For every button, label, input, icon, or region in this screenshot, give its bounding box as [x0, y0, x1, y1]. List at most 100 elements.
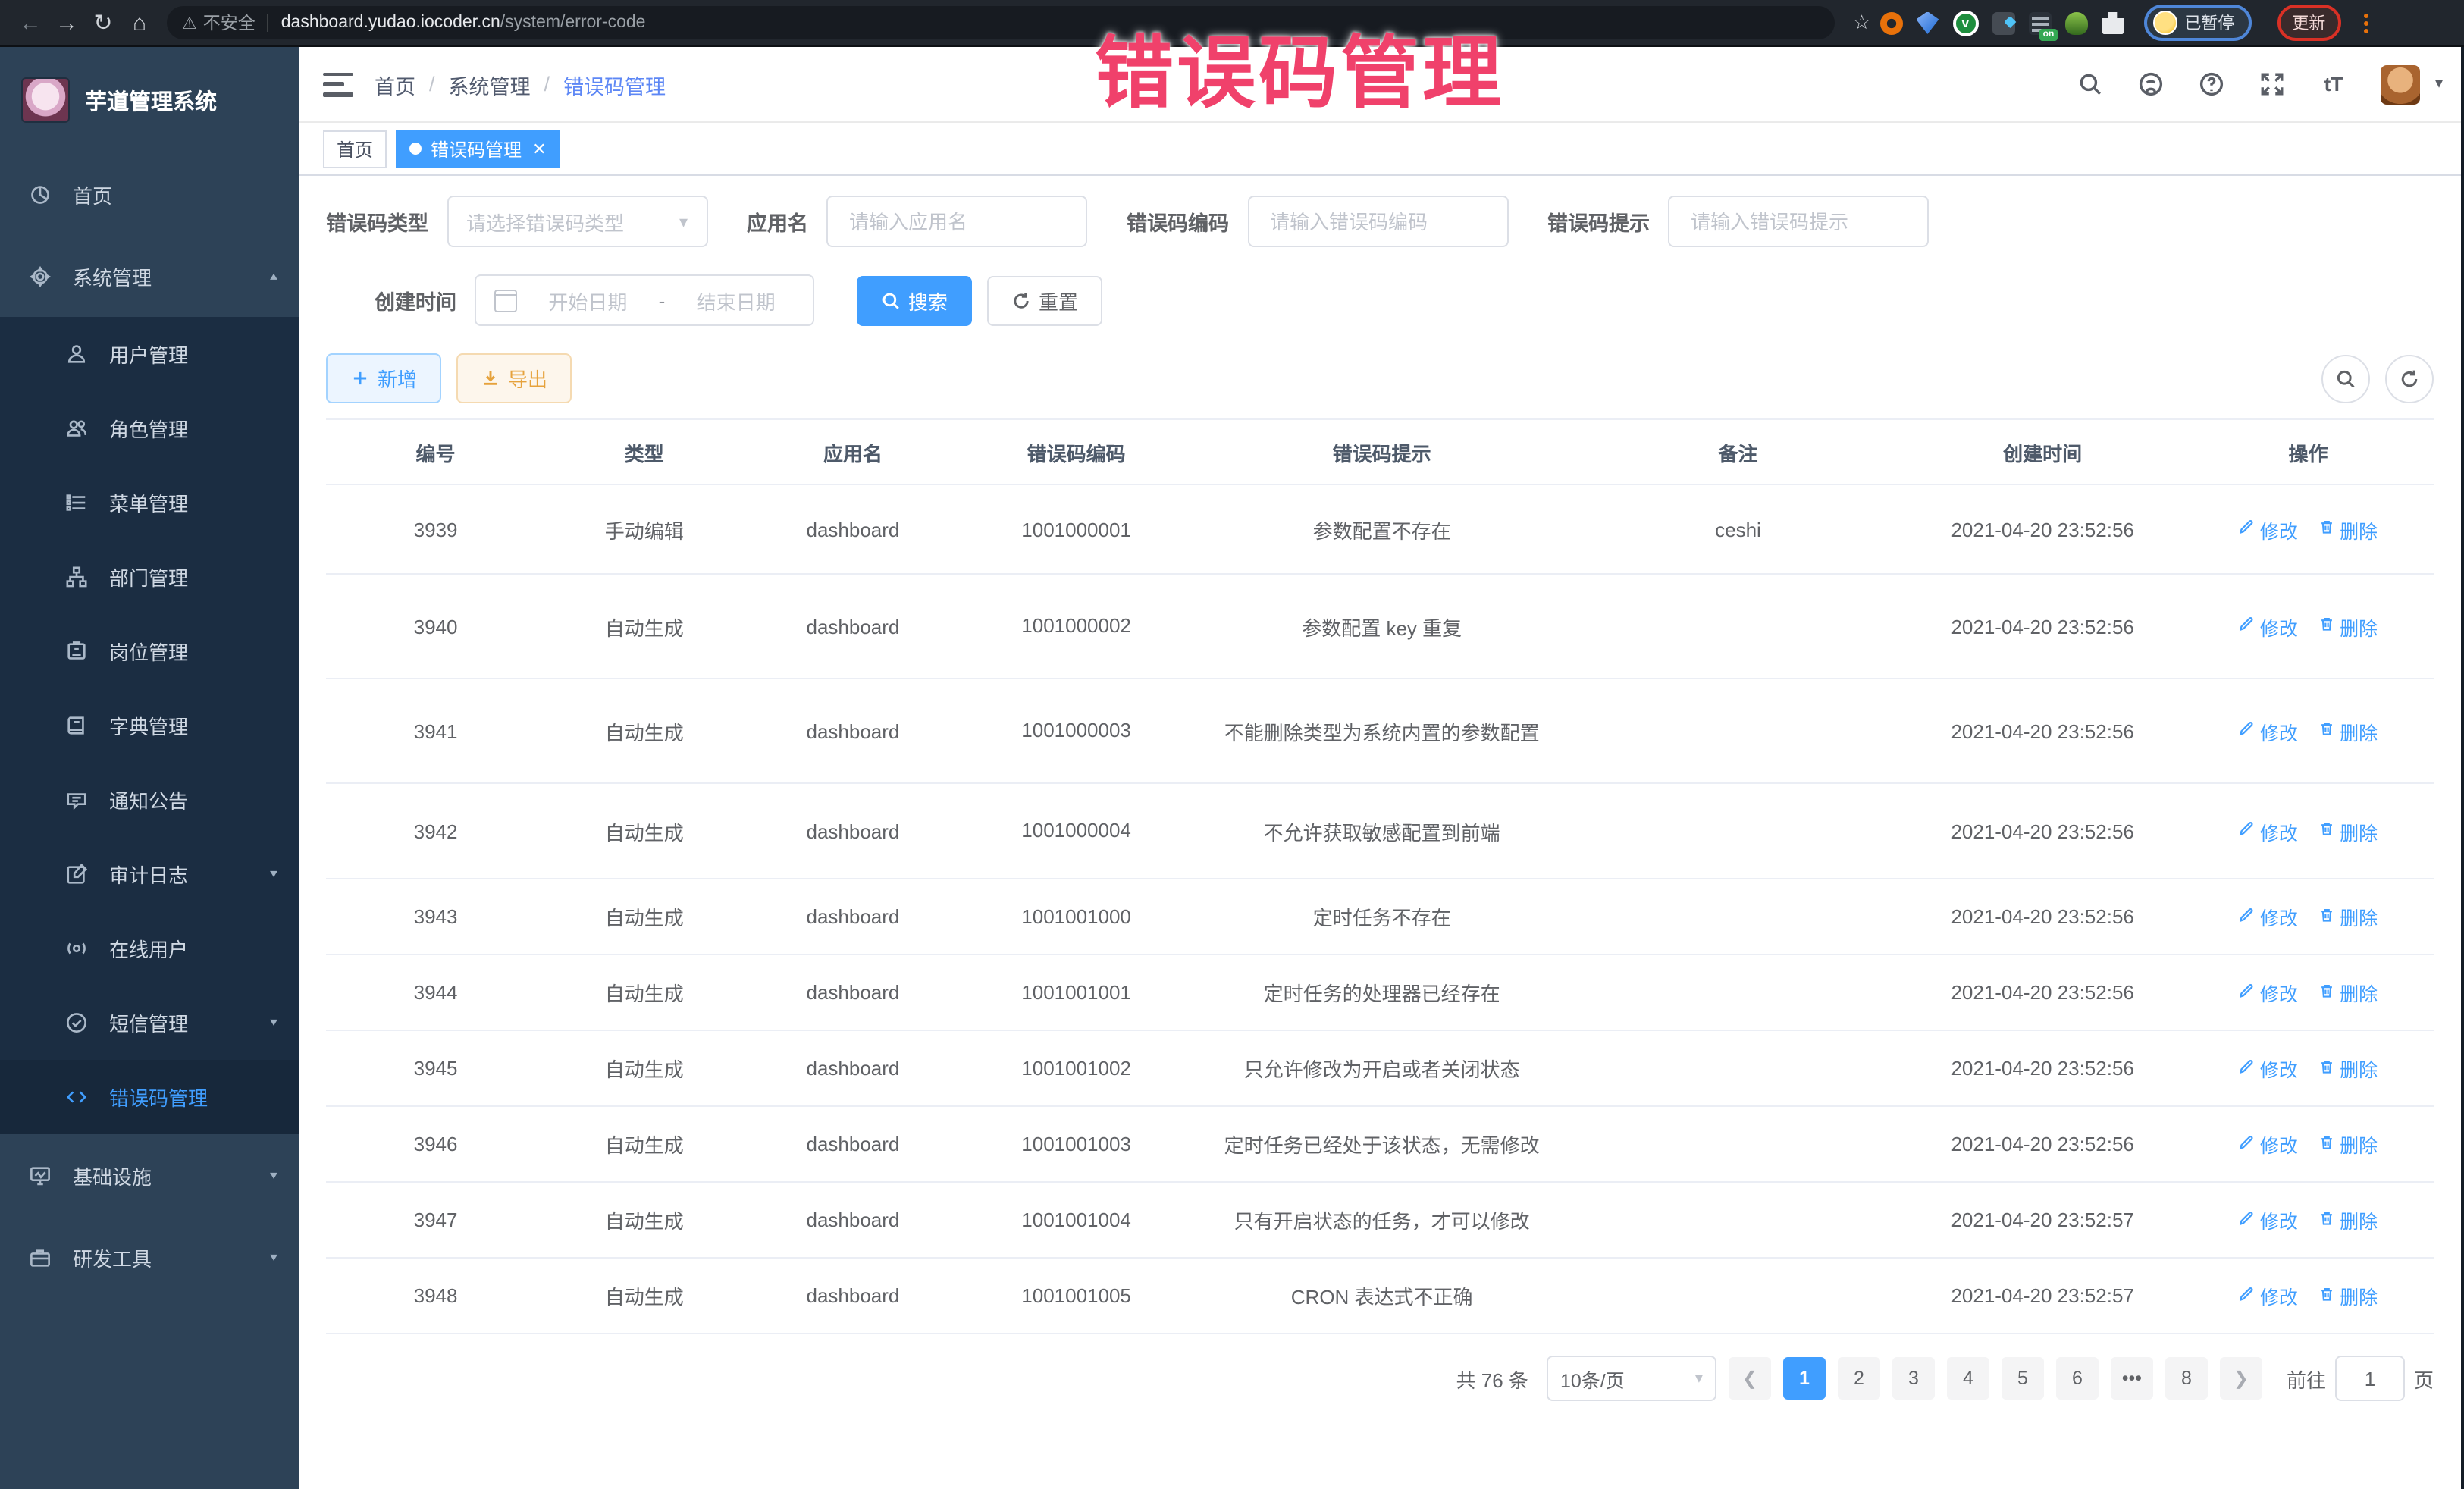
breadcrumb-home[interactable]: 首页 — [375, 69, 415, 99]
edit-link[interactable]: 修改 — [2239, 1130, 2298, 1158]
font-size-icon[interactable]: tT — [2320, 71, 2347, 98]
extension-gem-icon[interactable] — [1916, 11, 1939, 34]
collapse-sidebar-icon[interactable] — [323, 72, 353, 96]
cell-actions: 修改 删除 — [2183, 783, 2434, 879]
edit-link[interactable]: 修改 — [2239, 716, 2298, 745]
edit-link[interactable]: 修改 — [2239, 1281, 2298, 1310]
sidebar-item-7[interactable]: 字典管理 — [0, 688, 299, 763]
extension-switch-icon[interactable]: on — [2028, 11, 2051, 34]
extension-grid-icon[interactable] — [1992, 11, 2014, 34]
show-search-toggle-button[interactable] — [2321, 354, 2370, 403]
extension-orange-icon[interactable] — [1879, 11, 1902, 34]
browser-forward-icon[interactable]: → — [49, 5, 85, 41]
cell-type: 自动生成 — [545, 783, 743, 879]
edit-link[interactable]: 修改 — [2239, 612, 2298, 641]
page-button-8[interactable]: 8 — [2165, 1357, 2208, 1400]
search-icon[interactable] — [2077, 71, 2105, 98]
error-type-select[interactable]: 请选择错误码类型 ▾ — [447, 196, 707, 247]
error-hint-input[interactable] — [1688, 208, 1909, 234]
app-name-input[interactable] — [846, 208, 1067, 234]
extension-key-icon[interactable] — [2064, 11, 2087, 34]
edit-icon — [2239, 906, 2256, 927]
extension-green-check-icon[interactable]: v — [1952, 10, 1978, 36]
reset-button[interactable]: 重置 — [987, 275, 1102, 325]
fullscreen-icon[interactable] — [2259, 71, 2287, 98]
goto-page: 前往 1 页 — [2287, 1356, 2434, 1401]
browser-reload-icon[interactable]: ↻ — [85, 5, 121, 41]
cell-app: dashboard — [743, 484, 962, 574]
delete-link[interactable]: 删除 — [2318, 716, 2378, 745]
user-avatar[interactable] — [2381, 64, 2420, 104]
page-button-1[interactable]: 1 — [1783, 1357, 1826, 1400]
page-button-4[interactable]: 4 — [1947, 1357, 1989, 1400]
chevron-down-icon[interactable]: ▾ — [2435, 76, 2443, 92]
delete-link[interactable]: 删除 — [2318, 1281, 2378, 1310]
delete-link[interactable]: 删除 — [2318, 612, 2378, 641]
cell-type: 自动生成 — [545, 1182, 743, 1258]
delete-link[interactable]: 删除 — [2318, 817, 2378, 845]
sidebar-item-14[interactable]: 研发工具▾ — [0, 1216, 299, 1298]
delete-icon — [2318, 720, 2335, 741]
sidebar-item-3[interactable]: 角色管理 — [0, 391, 299, 466]
browser-update-button[interactable]: 更新 — [2277, 5, 2340, 41]
edit-icon — [2239, 1133, 2256, 1155]
sidebar-item-9[interactable]: 审计日志▾ — [0, 837, 299, 911]
table-row: 3946 自动生成 dashboard 1001001003 定时任务已经处于该… — [326, 1106, 2434, 1182]
edit-link[interactable]: 修改 — [2239, 1205, 2298, 1234]
sidebar-item-2[interactable]: 用户管理 — [0, 317, 299, 391]
error-code-input[interactable] — [1267, 208, 1488, 234]
sidebar-item-10[interactable]: 在线用户 — [0, 911, 299, 986]
breadcrumb-system[interactable]: 系统管理 — [449, 69, 531, 99]
help-icon[interactable] — [2199, 71, 2226, 98]
close-tab-icon[interactable]: ✕ — [532, 139, 546, 158]
next-page-button[interactable]: ❯ — [2220, 1357, 2262, 1400]
search-button[interactable]: 搜索 — [857, 275, 972, 325]
edit-link[interactable]: 修改 — [2239, 817, 2298, 845]
edit-link[interactable]: 修改 — [2239, 1054, 2298, 1083]
prev-page-button[interactable]: ❮ — [1729, 1357, 1771, 1400]
delete-link[interactable]: 删除 — [2318, 1205, 2378, 1234]
delete-link[interactable]: 删除 — [2318, 978, 2378, 1007]
sidebar-logo[interactable]: 芋道管理系统 — [0, 47, 299, 153]
delete-link[interactable]: 删除 — [2318, 1130, 2378, 1158]
org-tree-icon — [64, 565, 88, 589]
goto-page-input[interactable]: 1 — [2335, 1356, 2405, 1401]
refresh-button[interactable] — [2385, 354, 2434, 403]
browser-menu-icon[interactable] — [2363, 13, 2368, 33]
date-range-picker[interactable]: 开始日期 - 结束日期 — [475, 274, 814, 326]
extensions-puzzle-icon[interactable] — [2101, 11, 2124, 34]
edit-link[interactable]: 修改 — [2239, 902, 2298, 931]
delete-link[interactable]: 删除 — [2318, 902, 2378, 931]
page-button-2[interactable]: 2 — [1838, 1357, 1880, 1400]
browser-profile-button[interactable]: 已暂停 — [2143, 5, 2251, 41]
sidebar-item-6[interactable]: 岗位管理 — [0, 614, 299, 688]
delete-link[interactable]: 删除 — [2318, 515, 2378, 544]
sidebar-item-13[interactable]: 基础设施▾ — [0, 1134, 299, 1216]
browser-back-icon[interactable]: ← — [12, 5, 49, 41]
add-button[interactable]: 新增 — [326, 353, 441, 403]
browser-home-icon[interactable]: ⌂ — [121, 5, 158, 41]
sidebar-item-5[interactable]: 部门管理 — [0, 540, 299, 614]
sidebar-item-0[interactable]: 首页 — [0, 153, 299, 235]
tab-error-code[interactable]: 错误码管理 ✕ — [396, 130, 560, 168]
bookmark-star-icon[interactable]: ☆ — [1853, 11, 1870, 35]
page-button-3[interactable]: 3 — [1892, 1357, 1935, 1400]
address-bar[interactable]: ⚠ 不安全 dashboard.yudao.iocoder.cn/system/… — [167, 6, 1835, 39]
sidebar-item-12[interactable]: 错误码管理 — [0, 1060, 299, 1134]
edit-link[interactable]: 修改 — [2239, 978, 2298, 1007]
update-label: 更新 — [2292, 11, 2325, 35]
export-button[interactable]: 导出 — [456, 353, 572, 403]
page-button-6[interactable]: 6 — [2056, 1357, 2099, 1400]
sidebar-item-8[interactable]: 通知公告 — [0, 763, 299, 837]
more-pages-button[interactable]: ••• — [2111, 1357, 2153, 1400]
sidebar-item-label: 用户管理 — [109, 340, 277, 368]
tab-home[interactable]: 首页 — [323, 130, 387, 168]
github-icon[interactable] — [2138, 71, 2165, 98]
sidebar-item-11[interactable]: 短信管理▾ — [0, 986, 299, 1060]
sidebar-item-1[interactable]: 系统管理▴ — [0, 235, 299, 317]
page-size-select[interactable]: 10条/页 ▾ — [1547, 1356, 1716, 1401]
page-button-5[interactable]: 5 — [2002, 1357, 2044, 1400]
edit-link[interactable]: 修改 — [2239, 515, 2298, 544]
sidebar-item-4[interactable]: 菜单管理 — [0, 466, 299, 540]
delete-link[interactable]: 删除 — [2318, 1054, 2378, 1083]
